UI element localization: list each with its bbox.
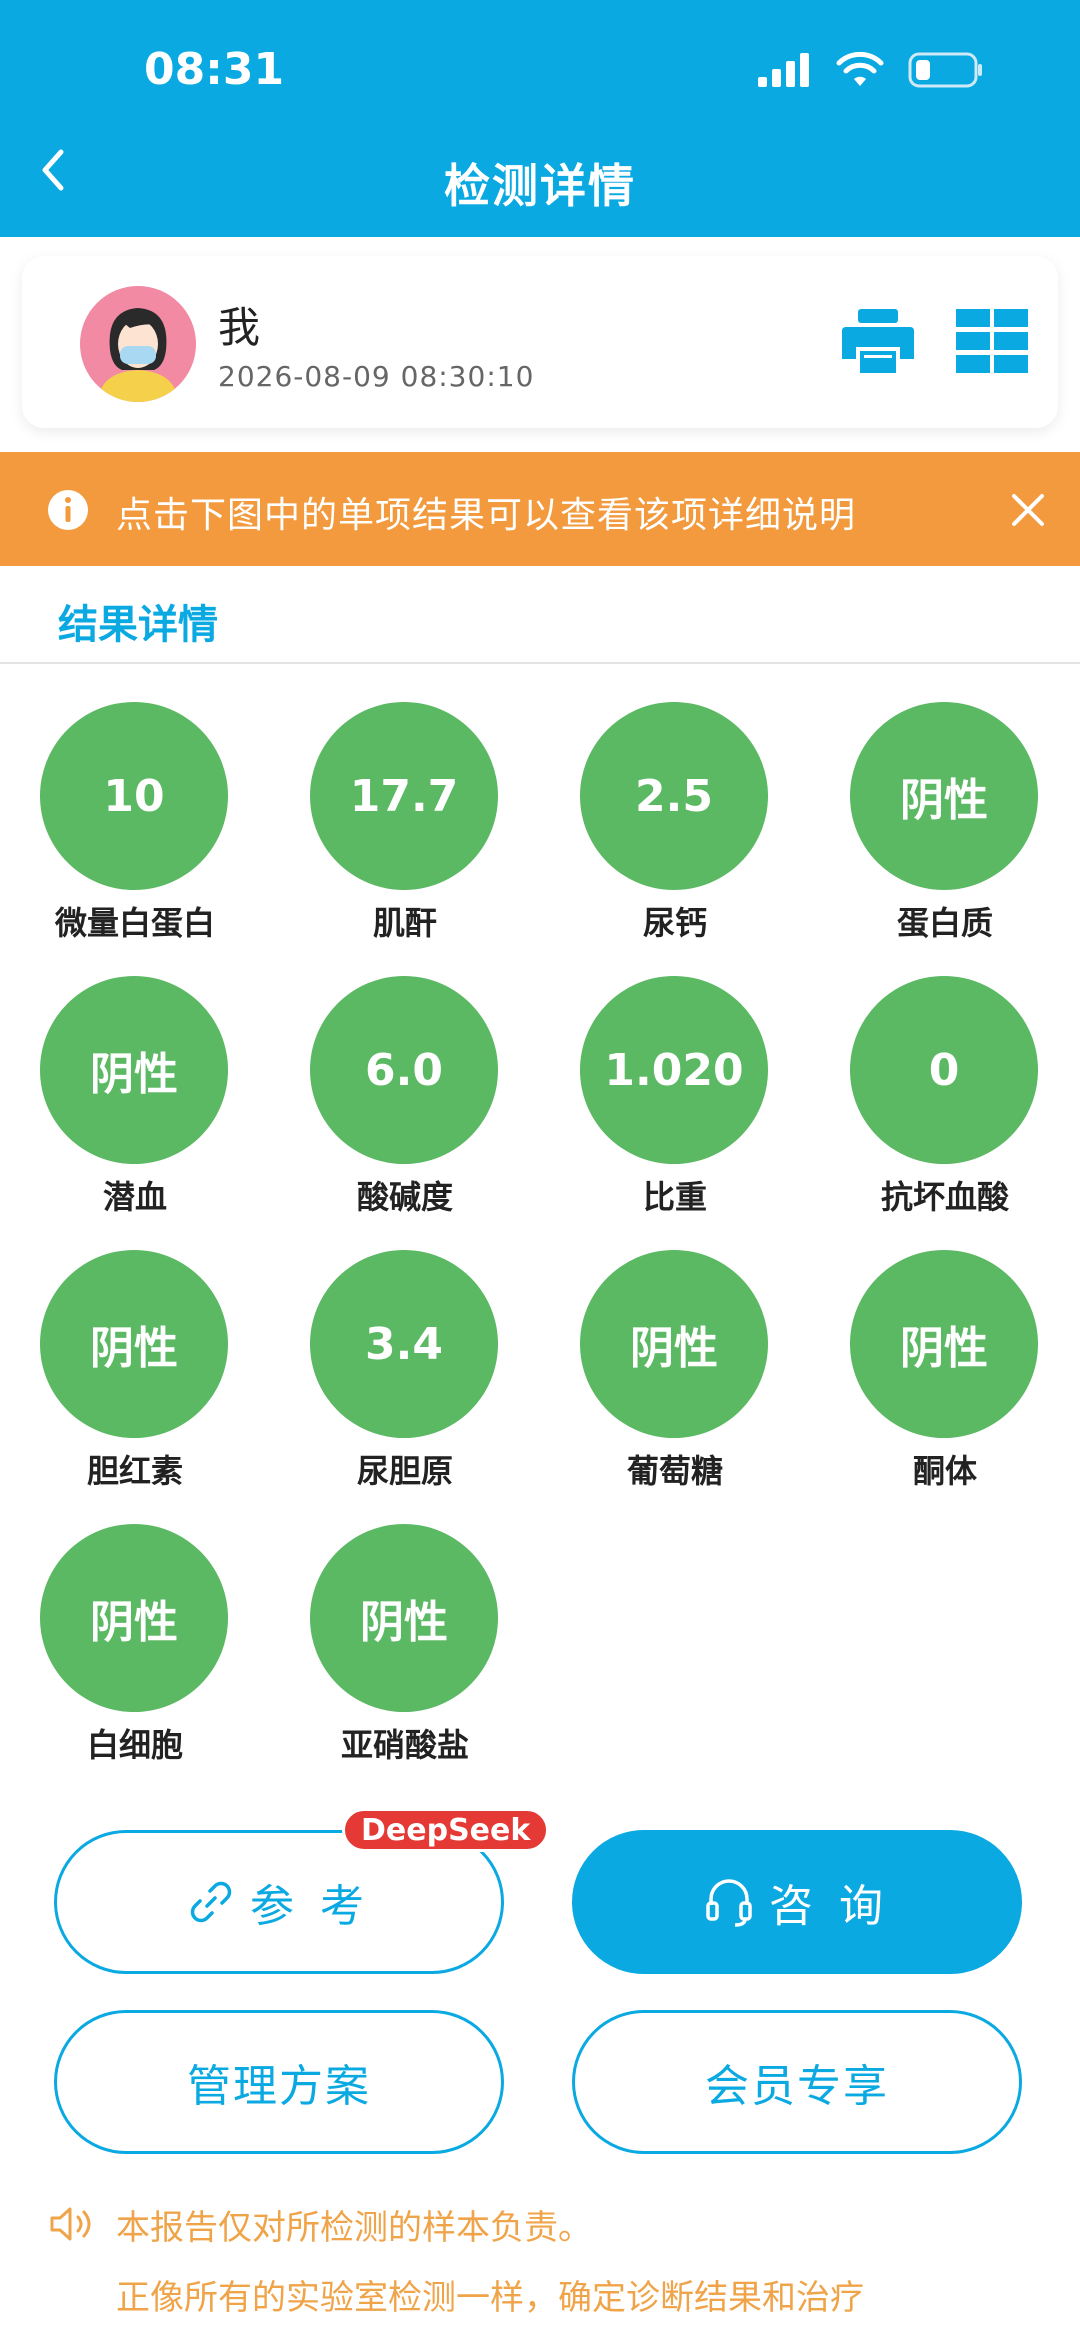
section-title: 结果详情 (58, 602, 218, 648)
result-label: 亚硝酸盐 (340, 1726, 469, 1764)
result-item[interactable]: 3.4 尿胆原 (270, 1248, 540, 1508)
result-label: 葡萄糖 (626, 1452, 723, 1490)
link-icon (190, 1881, 232, 1923)
result-item[interactable]: 阴性 葡萄糖 (540, 1248, 810, 1508)
member-exclusive-button[interactable]: 会员专享 (572, 2010, 1022, 2154)
management-plan-label: 管理方案 (187, 2061, 371, 2112)
management-plan-button[interactable]: 管理方案 (54, 2010, 504, 2154)
result-label: 潜血 (102, 1178, 167, 1216)
test-datetime: 2026-08-09 08:30:10 (218, 360, 535, 393)
result-label: 微量白蛋白 (54, 904, 215, 942)
result-item[interactable]: 17.7 肌酐 (270, 700, 540, 960)
divider (0, 662, 1080, 664)
notice-bar: 点击下图中的单项结果可以查看该项详细说明 (0, 452, 1080, 566)
deepseek-badge: DeepSeek (342, 1808, 550, 1852)
profile-card: 我 2026-08-09 08:30:10 (22, 256, 1058, 428)
disclaimer-line-2: 正像所有的实验室检测一样，确定诊断结果和治疗 (116, 2278, 864, 2318)
result-item[interactable]: 6.0 酸碱度 (270, 974, 540, 1234)
reference-label: 参 考 (250, 1881, 370, 1932)
result-value: 17.7 (310, 702, 498, 890)
result-value: 0 (850, 976, 1038, 1164)
result-value: 阴性 (40, 1524, 228, 1712)
result-item[interactable]: 10 微量白蛋白 (0, 700, 270, 960)
status-time: 08:31 (144, 44, 285, 95)
signal-icon (758, 53, 812, 91)
grid-icon (956, 309, 1028, 373)
result-item[interactable]: 2.5 尿钙 (540, 700, 810, 960)
result-item[interactable]: 阴性 胆红素 (0, 1248, 270, 1508)
speaker-icon (50, 2207, 91, 2241)
result-label: 抗坏血酸 (880, 1178, 1009, 1216)
result-value: 阴性 (40, 1250, 228, 1438)
result-label: 白细胞 (86, 1726, 183, 1764)
result-item[interactable]: 阴性 潜血 (0, 974, 270, 1234)
result-value: 2.5 (580, 702, 768, 890)
result-item[interactable]: 1.020 比重 (540, 974, 810, 1234)
wifi-icon (836, 51, 884, 92)
disclaimer-line-1: 本报告仅对所检测的样本负责。 (116, 2208, 592, 2248)
consult-label: 咨 询 (769, 1881, 889, 1932)
close-icon[interactable] (1006, 488, 1050, 532)
status-icons (758, 51, 984, 92)
result-item[interactable]: 阴性 亚硝酸盐 (270, 1522, 540, 1782)
result-value: 阴性 (580, 1250, 768, 1438)
result-label: 尿胆原 (356, 1452, 453, 1490)
page-title: 检测详情 (444, 159, 636, 213)
result-value: 1.020 (580, 976, 768, 1164)
app-header: 08:31 检测详情 (0, 0, 1080, 237)
result-item[interactable]: 阴性 酮体 (810, 1248, 1080, 1508)
user-name: 我 (218, 303, 261, 352)
consult-button[interactable]: 咨 询 (572, 1830, 1022, 1974)
result-value: 阴性 (850, 702, 1038, 890)
result-label: 比重 (642, 1178, 707, 1216)
info-icon (48, 490, 88, 530)
printer-icon (842, 309, 914, 373)
result-value: 阴性 (850, 1250, 1038, 1438)
result-value: 10 (40, 702, 228, 890)
result-label: 胆红素 (86, 1452, 183, 1490)
result-item[interactable]: 阴性 蛋白质 (810, 700, 1080, 960)
result-grid: 10 微量白蛋白 17.7 肌酐 2.5 尿钙 阴性 蛋白质 阴性 潜血 6.0… (0, 700, 1080, 1764)
member-exclusive-label: 会员专享 (705, 2061, 889, 2112)
result-label: 尿钙 (642, 904, 707, 942)
avatar (80, 286, 196, 402)
battery-icon (908, 52, 984, 92)
result-item[interactable]: 阴性 白细胞 (0, 1522, 270, 1782)
result-value: 阴性 (310, 1524, 498, 1712)
result-value: 6.0 (310, 976, 498, 1164)
grid-view-button[interactable] (954, 308, 1030, 374)
result-value: 3.4 (310, 1250, 498, 1438)
result-label: 酮体 (912, 1452, 977, 1490)
result-label: 肌酐 (372, 904, 437, 942)
result-item[interactable]: 0 抗坏血酸 (810, 974, 1080, 1234)
result-value: 阴性 (40, 976, 228, 1164)
result-label: 蛋白质 (896, 904, 993, 942)
print-button[interactable] (840, 308, 916, 374)
headset-icon (706, 1879, 752, 1927)
result-label: 酸碱度 (356, 1178, 453, 1216)
notice-text: 点击下图中的单项结果可以查看该项详细说明 (116, 495, 857, 536)
